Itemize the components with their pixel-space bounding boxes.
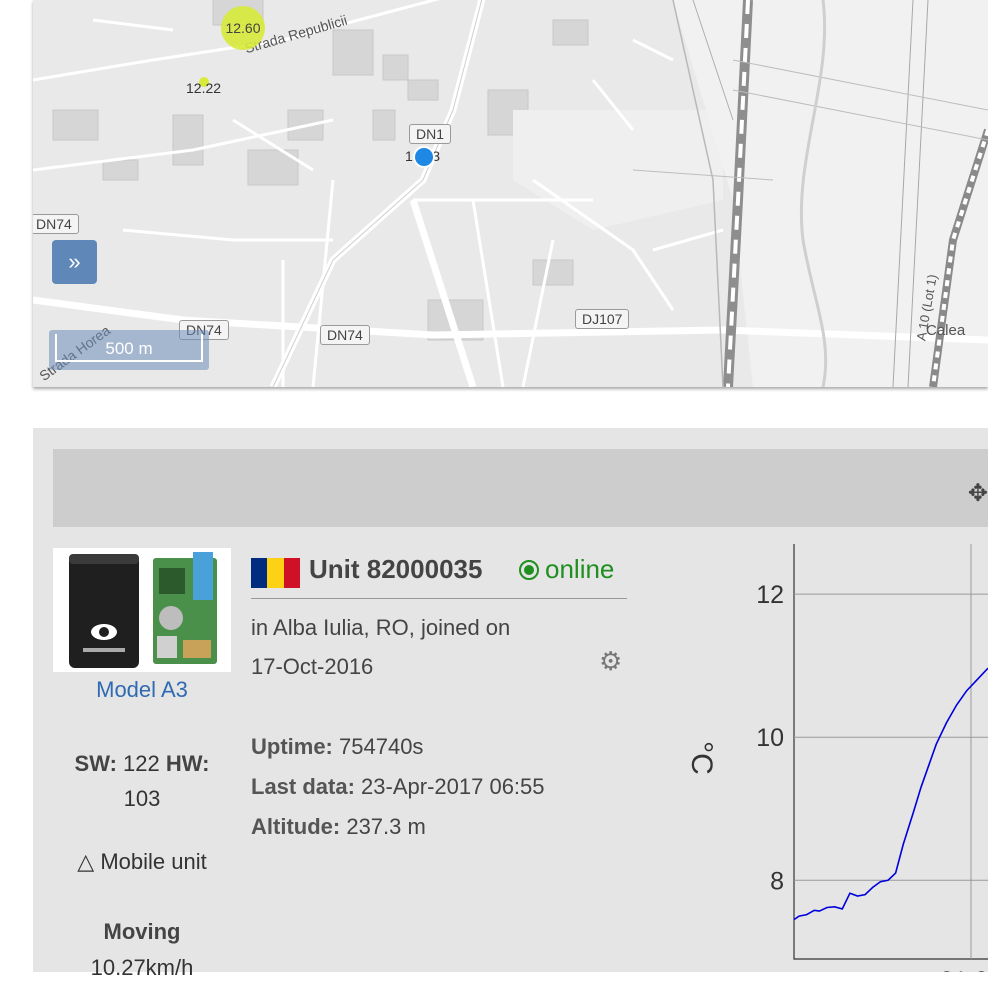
y-axis-label: °C bbox=[685, 741, 718, 775]
country-flag-icon bbox=[251, 558, 300, 588]
altitude-label: Altitude: bbox=[251, 814, 341, 839]
series-line bbox=[793, 667, 988, 921]
y-tick-label: 8 bbox=[770, 867, 784, 895]
double-chevron-right-icon: » bbox=[68, 249, 81, 274]
moving-value: 10.27km/h bbox=[90, 955, 194, 980]
last-data-line: Last data: 23-Apr-2017 06:55 bbox=[251, 774, 545, 800]
panel-header: ✥ bbox=[53, 449, 988, 527]
scale-label: 500 m bbox=[105, 339, 153, 358]
chart-axes bbox=[793, 544, 988, 960]
unit-panel: ✥ Model A3 SW: 122 HW: 103 △ Mobile unit… bbox=[33, 428, 988, 980]
road-shield-dn1: DN1 bbox=[409, 124, 452, 144]
y-tick-label: 10 bbox=[756, 724, 784, 752]
road-shield-dn74: DN74 bbox=[33, 214, 79, 234]
street-label-calea: Calea bbox=[926, 322, 966, 339]
gear-icon[interactable]: ⚙ bbox=[599, 646, 622, 677]
device-photo bbox=[53, 548, 231, 672]
location-line: in Alba Iulia, RO, joined on bbox=[251, 615, 511, 640]
expand-sidebar-button[interactable]: » bbox=[52, 240, 97, 284]
hw-label: HW: bbox=[165, 751, 210, 776]
uptime-line: Uptime: 754740s bbox=[251, 734, 423, 760]
sw-hw-info: SW: 122 HW: 103 bbox=[53, 746, 231, 816]
map-tiles bbox=[33, 0, 988, 387]
status-badge: online bbox=[519, 554, 614, 585]
model-link[interactable]: Model A3 bbox=[53, 677, 231, 703]
unit-title: Unit 82000035 bbox=[309, 554, 483, 584]
last-data-value: 23-Apr-2017 06:55 bbox=[361, 774, 545, 799]
road-shield-dn74: DN74 bbox=[320, 325, 370, 345]
current-location-dot[interactable] bbox=[413, 146, 435, 168]
online-dot-icon bbox=[519, 560, 539, 580]
altitude-line: Altitude: 237.3 m bbox=[251, 814, 426, 840]
moving-label: Moving bbox=[103, 919, 181, 944]
uptime-label: Uptime: bbox=[251, 734, 333, 759]
move-icon[interactable]: ✥ bbox=[968, 479, 988, 508]
x-tick-label: 01:00 bbox=[940, 967, 988, 972]
hw-value: 103 bbox=[123, 786, 161, 811]
road-shield-dj107: DJ107 bbox=[575, 309, 630, 329]
sw-value: 122 bbox=[123, 751, 160, 776]
altitude-value: 237.3 m bbox=[346, 814, 426, 839]
map-view[interactable]: Strada Republicii Strada Horea A 10 (Lot… bbox=[33, 0, 988, 387]
temperature-chart: 8 10 12 01:00 °C bbox=[685, 544, 988, 972]
joined-date: 17-Oct-2016 bbox=[251, 654, 374, 679]
unit-header: Unit 82000035 online bbox=[251, 552, 627, 599]
sw-label: SW: bbox=[74, 751, 117, 776]
status-text: online bbox=[545, 554, 615, 584]
data-marker[interactable]: 12.60 bbox=[221, 6, 265, 50]
marker-label: 12.60 bbox=[225, 20, 261, 36]
last-data-label: Last data: bbox=[251, 774, 355, 799]
uptime-value: 754740s bbox=[339, 734, 424, 759]
map-scale-bar: 500 m bbox=[49, 330, 209, 370]
mobile-unit-label: △ Mobile unit bbox=[77, 849, 207, 874]
marker-label: 12.22 bbox=[186, 80, 222, 96]
y-tick-label: 12 bbox=[756, 581, 784, 609]
